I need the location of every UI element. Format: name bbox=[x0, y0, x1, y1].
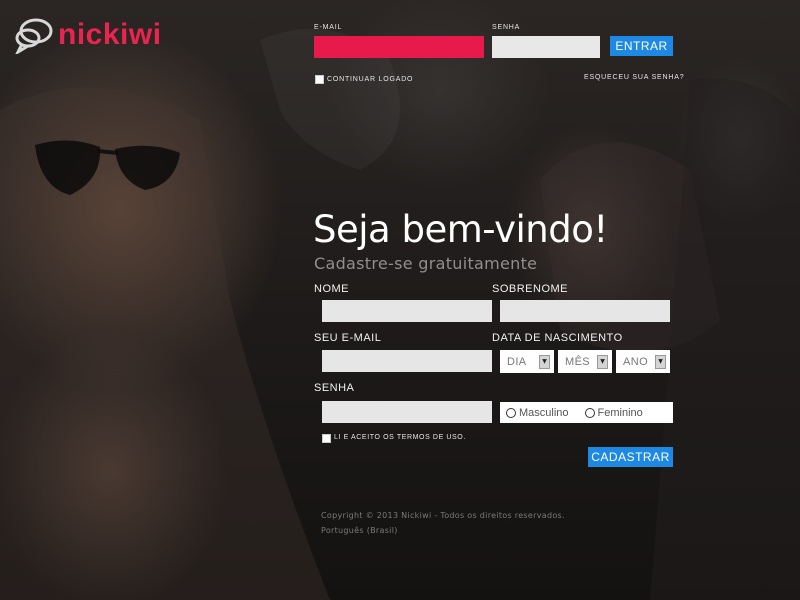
gender-male-option[interactable]: Masculino bbox=[506, 407, 569, 419]
signup-email-input[interactable] bbox=[322, 350, 492, 372]
birthdate-label: DATA DE NASCIMENTO bbox=[492, 332, 623, 344]
radio-button[interactable] bbox=[506, 407, 516, 418]
signup-button[interactable]: CADASTRAR bbox=[588, 447, 673, 467]
login-email-input[interactable] bbox=[314, 36, 484, 58]
sunglasses-shape bbox=[35, 140, 180, 195]
birth-day-select[interactable]: DIA ▼ bbox=[500, 350, 554, 373]
copyright-text: Copyright © 2013 Nickiwi - Todos os dire… bbox=[321, 511, 565, 520]
birth-month-select[interactable]: MÊS ▼ bbox=[558, 350, 612, 373]
terms-checkbox[interactable] bbox=[322, 434, 331, 443]
login-email-label: E-MAIL bbox=[314, 24, 343, 31]
birth-year-value: ANO bbox=[623, 355, 649, 368]
chevron-down-icon: ▼ bbox=[539, 354, 550, 369]
birth-day-value: DIA bbox=[507, 355, 527, 368]
remember-me-label: CONTINUAR LOGADO bbox=[327, 76, 414, 83]
last-name-input[interactable] bbox=[500, 300, 670, 322]
logo-text: nickiwi bbox=[58, 18, 162, 51]
signup-subtitle: Cadastre-se gratuitamente bbox=[314, 254, 538, 273]
site-logo[interactable]: nickiwi bbox=[14, 16, 162, 54]
remember-me-checkbox[interactable] bbox=[315, 75, 324, 84]
chevron-down-icon: ▼ bbox=[597, 354, 608, 369]
radio-button[interactable] bbox=[584, 407, 595, 418]
gender-female-option[interactable]: Feminino bbox=[584, 406, 643, 419]
signup-password-input[interactable] bbox=[322, 401, 492, 423]
login-password-input[interactable] bbox=[492, 36, 600, 58]
signup-email-label: SEU E-MAIL bbox=[314, 332, 382, 344]
login-button[interactable]: ENTRAR bbox=[610, 36, 673, 56]
chevron-down-icon: ▼ bbox=[655, 354, 666, 369]
gender-radio-group: Masculino Feminino bbox=[500, 402, 673, 423]
birth-month-value: MÊS bbox=[565, 355, 591, 368]
last-name-label: SOBRENOME bbox=[492, 283, 569, 295]
gender-male-label: Masculino bbox=[519, 406, 569, 419]
forgot-password-link[interactable]: ESQUECEU SUA SENHA? bbox=[584, 74, 684, 81]
speech-bubble-logo-icon bbox=[15, 18, 53, 54]
first-name-input[interactable] bbox=[322, 300, 492, 322]
birth-year-select[interactable]: ANO ▼ bbox=[616, 350, 670, 373]
gender-female-label: Feminino bbox=[597, 406, 643, 419]
terms-label[interactable]: LI E ACEITO OS TERMOS DE USO. bbox=[334, 434, 466, 441]
welcome-title: Seja bem-vindo! bbox=[313, 208, 608, 251]
signup-password-label: SENHA bbox=[314, 382, 355, 394]
login-password-label: SENHA bbox=[492, 24, 521, 31]
language-selector[interactable]: Português (Brasil) bbox=[321, 526, 398, 535]
first-name-label: NOME bbox=[314, 283, 349, 295]
